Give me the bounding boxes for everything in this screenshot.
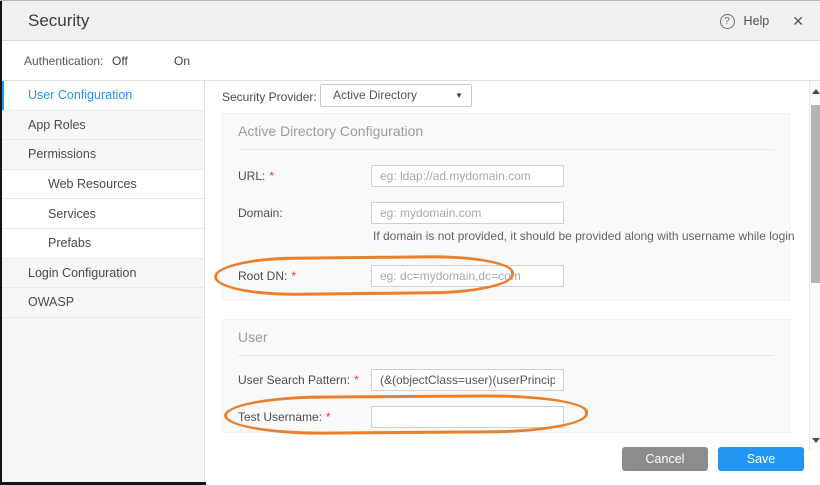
cancel-button[interactable]: Cancel (622, 447, 708, 471)
toggle-on-label: On (174, 54, 191, 68)
sidebar-item-label: Permissions (28, 147, 97, 162)
sidebar: User Configuration App Roles Permissions… (0, 81, 205, 485)
vertical-scrollbar[interactable] (809, 81, 820, 451)
active-directory-configuration-panel: Active Directory Configuration URL:* Dom… (222, 113, 795, 301)
help-link[interactable]: Help (744, 14, 770, 28)
domain-label-text: Domain: (238, 206, 283, 220)
authentication-label: Authentication: (24, 54, 104, 68)
sidebar-item-label: OWASP (28, 295, 75, 310)
security-provider-dropdown[interactable]: Active Directory ▼ (320, 84, 472, 107)
sidebar-item-web-resources[interactable]: Web Resources (0, 169, 204, 200)
user-search-pattern-input[interactable] (371, 369, 564, 391)
required-asterisk: * (269, 169, 275, 183)
window-edge-left (0, 1, 2, 485)
root-dn-label: Root DN: * (238, 265, 296, 287)
close-icon[interactable]: ✕ (792, 13, 804, 30)
section-divider (238, 355, 774, 356)
sidebar-item-services[interactable]: Services (0, 199, 204, 229)
sidebar-item-permissions[interactable]: Permissions (0, 140, 204, 170)
sidebar-item-label: Prefabs (48, 236, 92, 251)
url-label-text: URL: (238, 169, 266, 183)
section-divider (238, 149, 774, 150)
authentication-row: Authentication: Off On (0, 41, 820, 111)
save-button[interactable]: Save (718, 447, 804, 471)
toggle-off-label: Off (112, 54, 128, 68)
sidebar-item-app-roles[interactable]: App Roles (0, 111, 204, 141)
root-dn-input[interactable] (371, 265, 564, 287)
security-provider-value: Active Directory (333, 88, 418, 102)
security-dialog: Security ? Help ✕ Authentication: Off On… (0, 0, 820, 485)
sidebar-item-prefabs[interactable]: Prefabs (0, 228, 204, 259)
test-username-label: Test Username: * (238, 406, 331, 428)
url-input[interactable] (371, 165, 564, 187)
security-provider-label: Security Provider: (222, 90, 317, 104)
required-asterisk: * (326, 410, 331, 424)
required-asterisk: * (354, 373, 359, 387)
chevron-down-icon: ▼ (455, 91, 463, 100)
user-search-pattern-label-text: User Search Pattern: (238, 373, 351, 387)
sidebar-item-label: App Roles (28, 117, 86, 132)
sidebar-item-user-configuration[interactable]: User Configuration (0, 81, 204, 111)
domain-hint: If domain is not provided, it should be … (373, 229, 795, 243)
scroll-down-icon[interactable] (812, 438, 820, 443)
help-icon[interactable]: ? (719, 13, 735, 29)
test-username-input[interactable] (371, 406, 564, 428)
sidebar-item-label: User Configuration (28, 88, 133, 103)
sidebar-item-login-configuration[interactable]: Login Configuration (0, 259, 204, 289)
sidebar-item-owasp[interactable]: OWASP (0, 288, 204, 318)
section-title: User (238, 329, 268, 345)
scroll-up-icon[interactable] (812, 89, 820, 94)
dialog-header: Security ? Help ✕ (0, 1, 820, 41)
main-content: Security Provider: Active Directory ▼ Ac… (206, 81, 804, 485)
sidebar-item-label: Services (48, 206, 96, 221)
sidebar-item-label: Web Resources (48, 177, 137, 192)
user-panel: User User Search Pattern:* Test Username… (222, 319, 790, 433)
user-search-pattern-label: User Search Pattern: * (238, 369, 359, 391)
domain-label: Domain: (238, 202, 283, 224)
required-asterisk: * (291, 269, 297, 283)
url-label: URL: * (238, 165, 274, 187)
page-title: Security (28, 11, 90, 30)
sidebar-item-label: Login Configuration (28, 265, 137, 280)
root-dn-label-text: Root DN: (238, 269, 288, 283)
test-username-label-text: Test Username: (238, 410, 323, 424)
scrollbar-thumb[interactable] (811, 105, 820, 283)
domain-input[interactable] (371, 202, 564, 224)
section-title: Active Directory Configuration (238, 123, 424, 139)
